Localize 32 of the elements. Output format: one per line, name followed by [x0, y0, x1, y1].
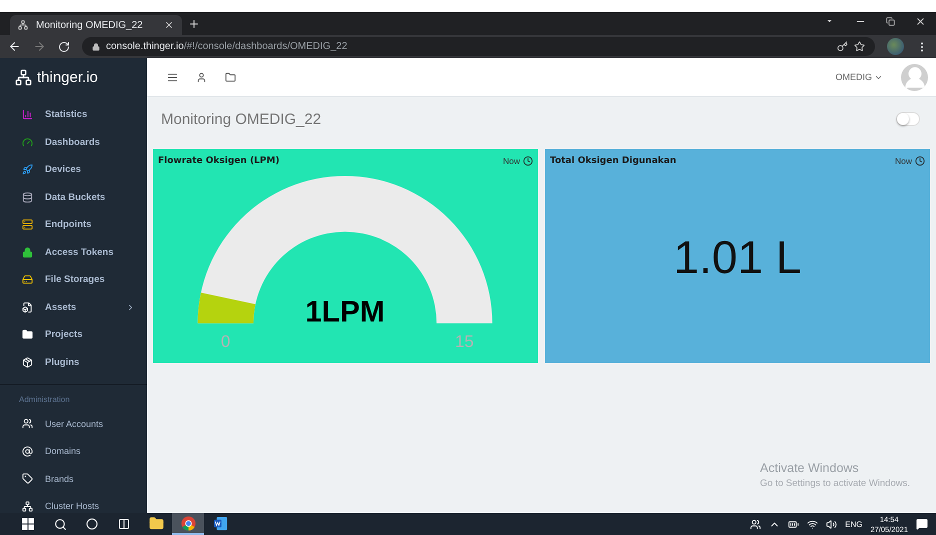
activation-title: Activate Windows	[760, 461, 860, 475]
dashboard-title: Monitoring OMEDIG_22	[161, 110, 322, 128]
address-bar[interactable]: console.thinger.io/#!/console/dashboards/OMEDIG_22	[82, 37, 875, 56]
sidebar-item[interactable]: File Storages	[0, 266, 147, 294]
widget-time: Now	[894, 156, 912, 166]
activation-hint: Go to Settings to activate Windows.	[760, 478, 910, 489]
sidebar-item[interactable]: Plugins	[0, 348, 147, 376]
sidebar-item[interactable]: Devices	[0, 156, 147, 184]
user-menu[interactable]: OMEDIG	[835, 72, 883, 82]
sidebar-item[interactable]: Access Tokens	[0, 238, 147, 266]
sidebar-item[interactable]: Projects	[0, 321, 147, 348]
section-heading: Administration	[18, 394, 71, 406]
widget-time: Now	[502, 156, 520, 166]
widget-title: Total Oksigen Digunakan	[550, 156, 676, 166]
sidebar-item[interactable]: Dashboards	[0, 128, 147, 156]
sidebar-item[interactable]: Statistics	[0, 101, 147, 128]
sidebar-item[interactable]: Cluster Hosts	[0, 492, 147, 513]
sidebar-item[interactable]: Brands	[0, 465, 147, 492]
browser-tab[interactable]: Monitoring OMEDIG_22	[10, 15, 182, 35]
url-text: console.thinger.io/#!/console/dashboards/OMEDIG_22	[106, 41, 348, 52]
sidebar-item[interactable]: Domains	[0, 438, 147, 465]
gauge-min-label: 0	[220, 332, 230, 352]
sidebar-item[interactable]: Endpoints	[0, 211, 147, 238]
logo-text: thinger.io	[37, 69, 98, 86]
gauge-value: 1LPM	[305, 295, 385, 328]
widget-title: Flowrate Oksigen (LPM)	[158, 156, 280, 166]
sidebar-item[interactable]: User Accounts	[0, 410, 147, 438]
widget-value: 1.01 L	[674, 230, 802, 284]
language-indicator[interactable]: ENG	[845, 520, 862, 528]
sidebar-item[interactable]: Assets	[0, 294, 147, 321]
sidebar-item[interactable]: Data Buckets	[0, 184, 147, 211]
gauge-max-label: 15	[455, 332, 474, 352]
